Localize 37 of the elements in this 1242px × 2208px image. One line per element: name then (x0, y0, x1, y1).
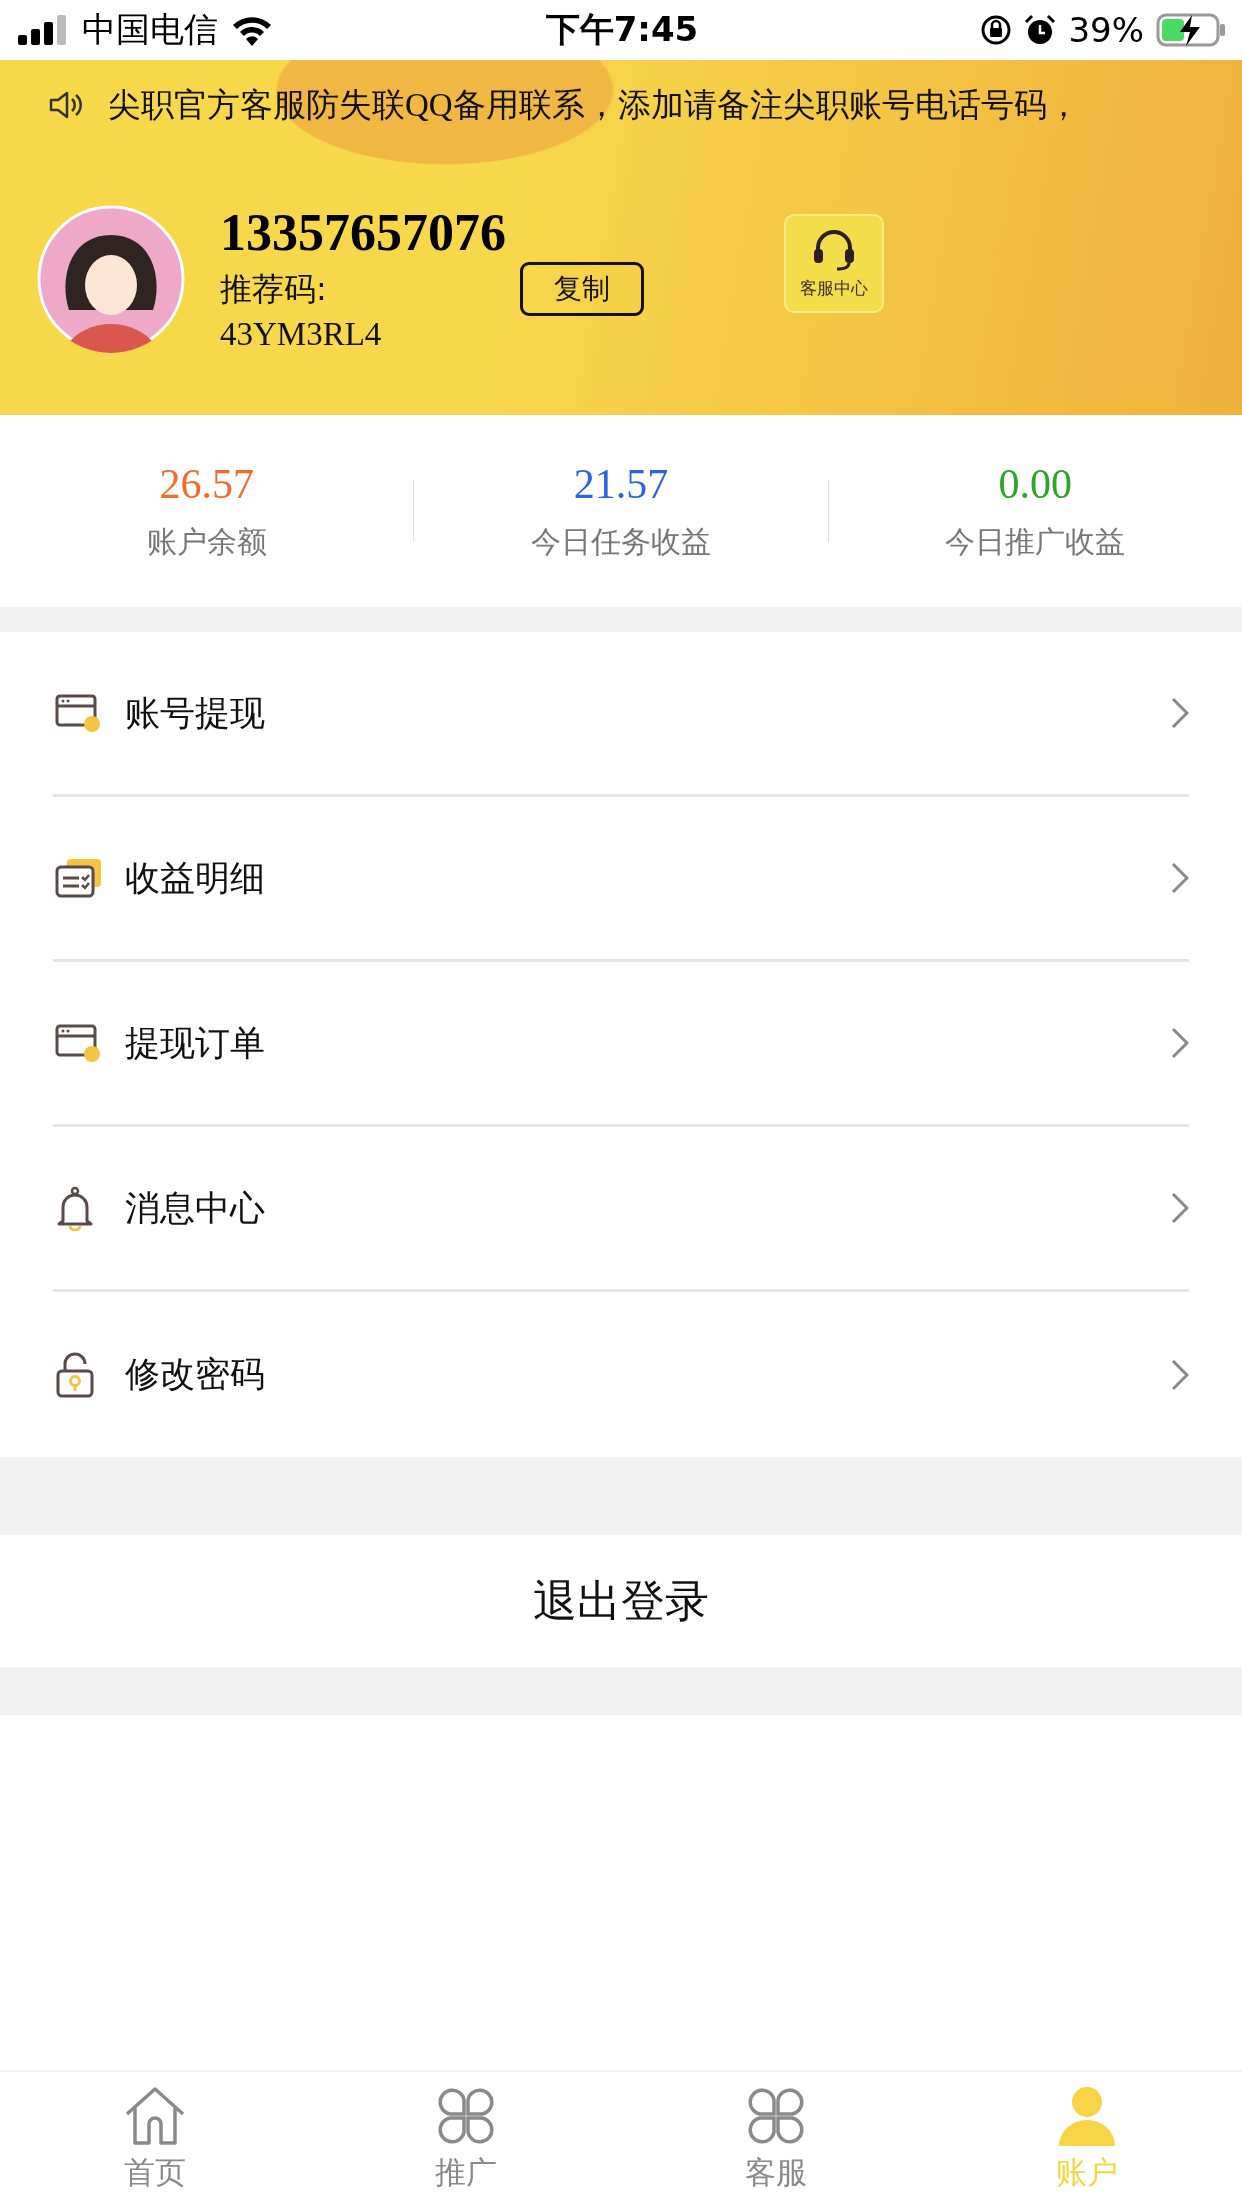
clock-time: 下午7:45 (545, 8, 699, 51)
battery-percent: 39% (1068, 10, 1144, 50)
wallet-icon (55, 1023, 101, 1063)
bell-icon (55, 1185, 95, 1231)
customer-service-button[interactable]: 客服中心 (784, 214, 884, 313)
chevron-right-icon (1171, 1027, 1189, 1059)
chevron-right-icon (1171, 697, 1189, 729)
chevron-right-icon (1171, 1192, 1189, 1224)
person-icon (1056, 2086, 1117, 2146)
logout-button[interactable]: 退出登录 (513, 1561, 729, 1641)
stat-label: 账户余额 (146, 522, 267, 561)
wallet-icon (55, 693, 101, 733)
stat-label: 今日推广收益 (945, 522, 1126, 561)
copy-button[interactable]: 复制 (520, 262, 644, 316)
stat-value: 26.57 (159, 459, 254, 508)
chevron-right-icon (1171, 1358, 1189, 1391)
carrier-name: 中国电信 (82, 8, 218, 51)
referral-label: 推荐码: (220, 269, 328, 310)
headset-icon (811, 227, 857, 271)
chevron-right-icon (1171, 862, 1189, 894)
menu-item[interactable]: 修改密码 (53, 1292, 1189, 1457)
alarm-icon (1024, 14, 1057, 46)
speaker-icon (48, 90, 84, 120)
menu-item[interactable]: 账号提现 (53, 632, 1189, 797)
document-stack-icon (55, 857, 103, 899)
stat-value: 21.57 (573, 459, 669, 508)
menu-item[interactable]: 收益明细 (53, 797, 1189, 962)
battery-charging-icon (1156, 13, 1226, 47)
menu-item[interactable]: 消息中心 (53, 1127, 1189, 1292)
notice-text: 尖职官方客服防失联QQ备用联系，添加请备注尖职账号电话号码， (108, 85, 1080, 125)
stat-label: 今日任务收益 (531, 522, 711, 561)
phone-number: 13357657076 (220, 204, 507, 262)
menu-item[interactable]: 提现订单 (53, 962, 1189, 1127)
stat-value: 0.00 (998, 459, 1073, 508)
rotation-lock-icon (980, 14, 1013, 46)
referral-code: 43YM3RL4 (220, 316, 383, 353)
lock-icon (55, 1350, 95, 1399)
